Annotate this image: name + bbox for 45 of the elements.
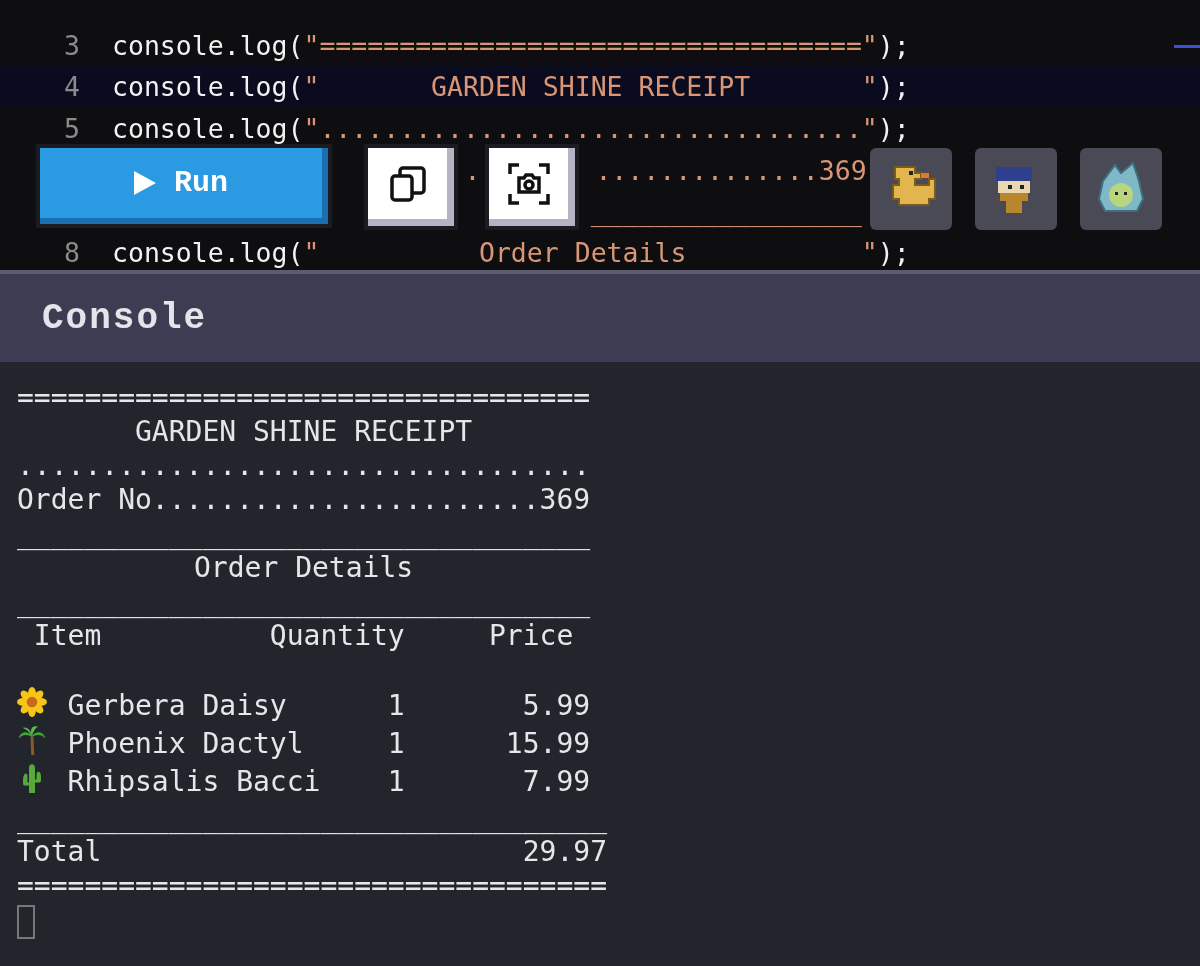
column-header: Price (489, 619, 575, 653)
sunflower-icon (17, 687, 47, 717)
play-icon (134, 171, 156, 195)
console-output-line: Order Details (194, 551, 414, 584)
code-line: console.log(" Order Details "); (112, 237, 910, 269)
total-value: 29.97 (522, 835, 607, 869)
console-output-line: ================================== (17, 381, 591, 415)
column-header: Item (33, 619, 103, 653)
console-output-line: GARDEN SHINE RECEIPT (135, 415, 473, 448)
item-name: Phoenix Dactyl (67, 727, 305, 761)
console-output-line: ___________________________________ (17, 801, 607, 835)
text-cursor (17, 905, 35, 939)
code-line: console.log(".................................."); (112, 112, 910, 144)
console-output-line: .................................. (17, 449, 591, 483)
code-fragment: . (464, 154, 481, 186)
code-line: console.log(" GARDEN SHINE RECEIPT "); (112, 71, 910, 103)
line-number: 3 (64, 29, 80, 61)
camera-icon (506, 161, 551, 206)
console-output-line: =================================== (17, 869, 607, 903)
copy-icon (387, 163, 428, 204)
item-quantity: 1 (386, 689, 405, 723)
item-price: 5.99 (521, 689, 591, 723)
item-quantity: 1 (386, 765, 405, 799)
total-label: Total (17, 835, 102, 869)
line-number: 5 (64, 112, 80, 144)
item-name: Gerbera Daisy (67, 689, 288, 723)
painter-avatar[interactable] (975, 148, 1057, 230)
console-output-line: Order No.......................369 (17, 483, 591, 517)
duck-avatar[interactable] (870, 148, 952, 230)
item-price: 7.99 (521, 765, 591, 799)
scroll-marker (1174, 45, 1200, 48)
item-price: 15.99 (504, 727, 591, 761)
code-fragment: ..............369 (595, 154, 867, 186)
column-header: Quantity (269, 619, 406, 653)
console-output-line: __________________________________ (17, 585, 591, 619)
ghost-avatar[interactable] (1080, 148, 1162, 230)
code-line: console.log("=================================="); (112, 29, 910, 61)
palm-tree-icon (17, 725, 47, 755)
line-number: 8 (64, 237, 80, 269)
item-name: Rhipsalis Bacci (67, 765, 322, 799)
code-fragment: _________________ (590, 195, 862, 227)
console-title: Console (42, 297, 208, 339)
item-quantity: 1 (386, 727, 405, 761)
line-number: 4 (64, 71, 80, 103)
console-output-line: __________________________________ (17, 517, 591, 551)
